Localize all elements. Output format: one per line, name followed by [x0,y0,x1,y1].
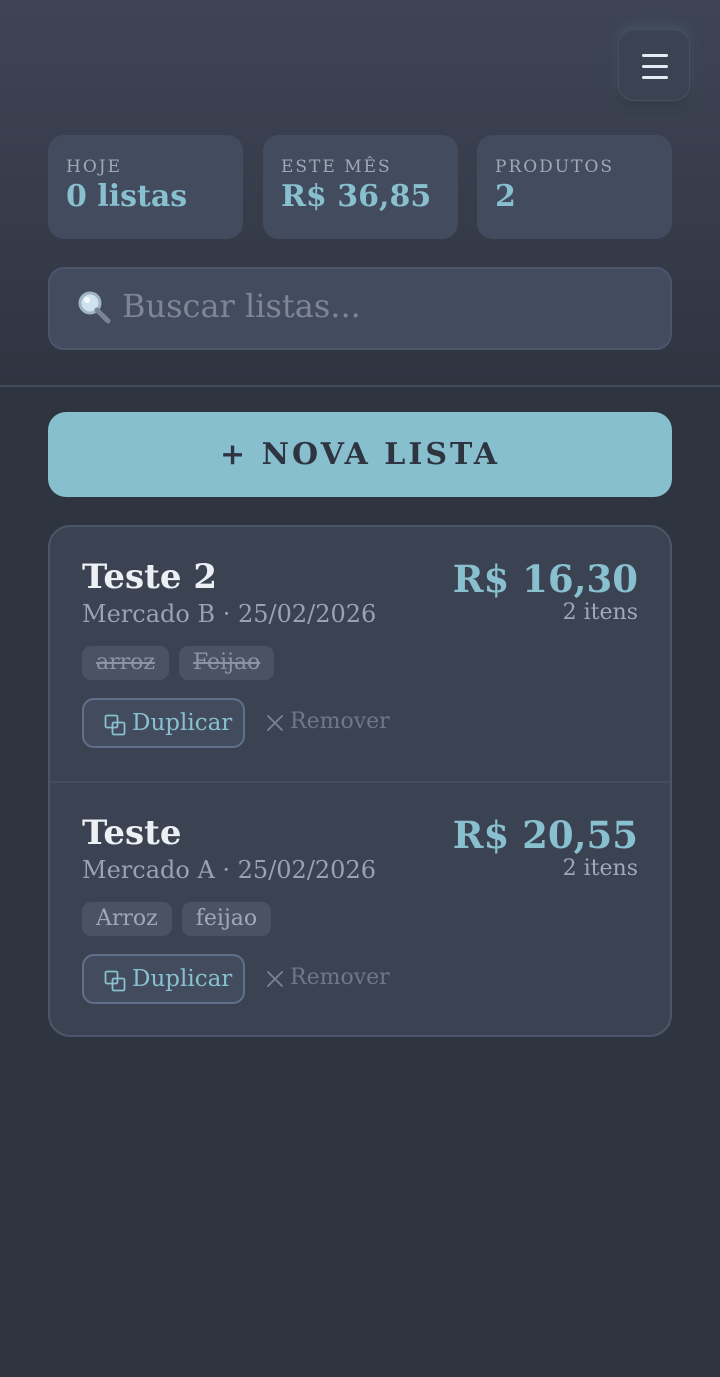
remove-label: Remover [290,965,390,990]
remove-label: Remover [290,709,390,734]
list-name: Teste 2 [82,557,218,597]
list-total: R$ 20,55 [452,813,638,857]
hamburger-menu-icon [642,54,668,57]
list-name: Teste [82,813,182,853]
list-total: R$ 16,30 [452,557,638,601]
list-item-count: 2 itens [562,856,638,881]
duplicate-icon [104,714,126,736]
list-meta: Mercado A · 25/02/2026 [82,856,376,884]
stat-value: 2 [495,179,516,214]
hamburger-menu-icon-bar [642,76,668,79]
product-tag: feijao [181,902,272,936]
stat-card-today: HOJE 0 listas [48,135,243,239]
stat-label: PRODUTOS [495,157,615,177]
new-list-button[interactable]: + NOVA LISTA [48,412,672,497]
product-tag: arroz [82,646,169,680]
stat-value: R$ 36,85 [281,179,432,214]
product-tag: Feijao [179,646,275,680]
hamburger-menu-icon-bar [642,65,668,68]
search-placeholder: Buscar listas... [122,287,361,325]
list-tags: arroz Feijao [82,646,275,680]
search-icon [78,291,111,324]
close-icon [267,971,283,987]
duplicate-label: Duplicar [132,966,233,992]
stats-row: HOJE 0 listas ESTE MÊS R$ 36,85 PRODUTOS… [48,135,672,239]
close-icon [267,715,283,731]
stat-value: 0 listas [66,179,188,214]
stat-card-this-month: ESTE MÊS R$ 36,85 [263,135,458,239]
product-tag: Arroz [82,902,172,936]
stat-card-products: PRODUTOS 2 [477,135,672,239]
duplicate-label: Duplicar [132,710,233,736]
list-item[interactable]: Teste Mercado A · 25/02/2026 R$ 20,55 2 … [50,781,670,1035]
stat-label: ESTE MÊS [281,157,392,177]
list-item[interactable]: Teste 2 Mercado B · 25/02/2026 R$ 16,30 … [50,527,670,781]
menu-button[interactable] [618,29,690,101]
stat-label: HOJE [66,157,122,177]
list-meta: Mercado B · 25/02/2026 [82,600,377,628]
duplicate-button[interactable]: Duplicar [82,698,245,748]
lists-container: Teste 2 Mercado B · 25/02/2026 R$ 16,30 … [48,525,672,1037]
duplicate-button[interactable]: Duplicar [82,954,245,1004]
list-tags: Arroz feijao [82,902,272,936]
list-item-count: 2 itens [562,600,638,625]
app-header: HOJE 0 listas ESTE MÊS R$ 36,85 PRODUTOS… [0,0,720,387]
remove-button[interactable]: Remover [264,954,394,1004]
search-input[interactable]: Buscar listas... [48,267,672,350]
remove-button[interactable]: Remover [264,698,394,748]
duplicate-icon [104,970,126,992]
